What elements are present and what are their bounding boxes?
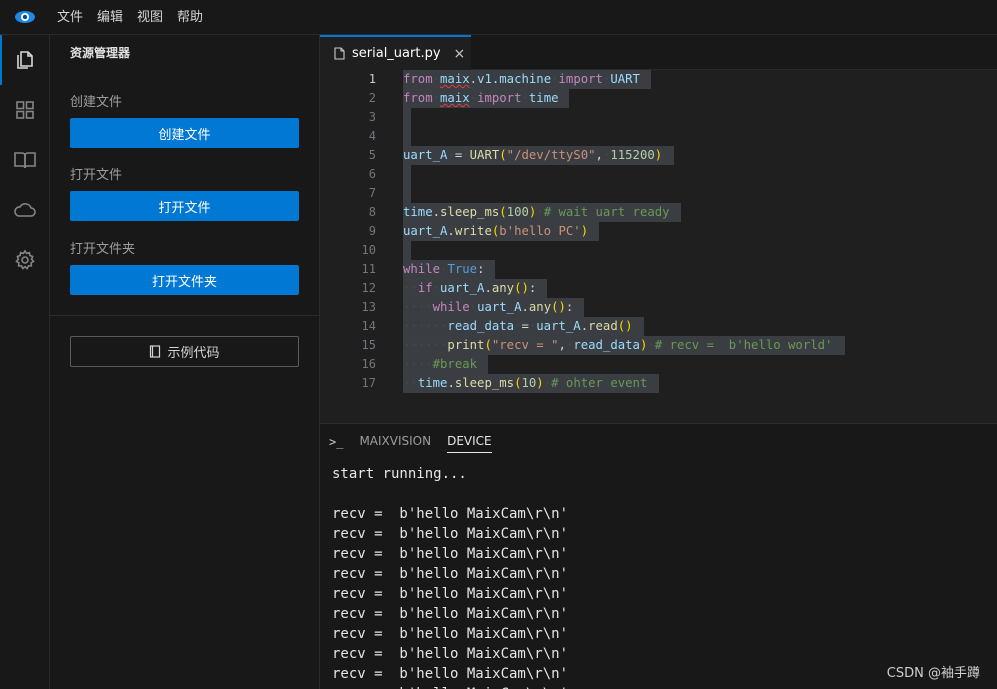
line-number: 17 xyxy=(361,376,376,390)
code-line[interactable]: uart_A·=·UART("/dev/ttyS0",·115200) xyxy=(403,146,662,165)
terminal-line: start running... xyxy=(332,466,467,482)
activity-explorer[interactable] xyxy=(0,35,50,85)
open-file-button[interactable]: 打开文件 xyxy=(70,191,299,221)
terminal-line: recv = b'hello MaixCam\r\n' xyxy=(332,626,569,642)
terminal-output[interactable]: start running... recv = b'hello MaixCam\r… xyxy=(332,464,992,689)
panel-tabs: >_ MAIXVISION DEVICE xyxy=(320,424,997,459)
activity-extensions[interactable] xyxy=(0,85,50,135)
sidebar-divider xyxy=(50,315,319,316)
menu-help[interactable]: 帮助 xyxy=(170,0,210,35)
line-number: 16 xyxy=(361,357,376,371)
line-number: 10 xyxy=(361,243,376,257)
close-icon[interactable]: × xyxy=(454,46,466,62)
code-line[interactable]: ··time.sleep_ms(10)·# ohter event xyxy=(403,374,647,393)
bottom-panel: >_ MAIXVISION DEVICE start running... rec… xyxy=(320,423,997,689)
menu-edit[interactable]: 编辑 xyxy=(90,0,130,35)
line-number: 1 xyxy=(368,72,376,86)
app-logo-icon xyxy=(0,0,50,35)
code-line[interactable]: uart_A.write(b'hello PC') xyxy=(403,222,588,241)
menu-view[interactable]: 视图 xyxy=(130,0,170,35)
selection-highlight xyxy=(403,184,411,203)
line-number: 14 xyxy=(361,319,376,333)
file-icon xyxy=(334,47,345,60)
code-line[interactable]: while·True: xyxy=(403,260,484,279)
line-number: 12 xyxy=(361,281,376,295)
code-line[interactable]: ····#break xyxy=(403,355,477,374)
book-icon xyxy=(14,152,36,169)
notebook-icon xyxy=(150,345,161,358)
gear-icon xyxy=(15,249,35,270)
terminal-icon: >_ xyxy=(329,434,344,449)
activity-cloud[interactable] xyxy=(0,185,50,235)
watermark: CSDN @袖手蹲 xyxy=(886,666,980,681)
files-icon xyxy=(17,51,33,69)
explorer-sidebar: 资源管理器 创建文件 创建文件 打开文件 打开文件 打开文件夹 打开文件夹 示例… xyxy=(50,35,320,689)
line-number: 15 xyxy=(361,338,376,352)
tab-label: serial_uart.py xyxy=(352,46,441,61)
selection-highlight xyxy=(403,108,411,127)
line-number: 6 xyxy=(368,167,376,181)
line-number: 4 xyxy=(368,129,376,143)
editor-tabs: serial_uart.py × xyxy=(320,35,997,70)
open-file-label: 打开文件 xyxy=(70,168,123,183)
extensions-icon xyxy=(16,101,34,119)
tab-maixvision-label: MAIXVISION xyxy=(359,434,432,448)
code-line[interactable]: time.sleep_ms(100)·# wait uart ready xyxy=(403,203,670,222)
line-number: 7 xyxy=(368,186,376,200)
tab-device-label: DEVICE xyxy=(447,434,492,453)
open-folder-label: 打开文件夹 xyxy=(70,242,136,257)
activity-settings[interactable] xyxy=(0,235,50,285)
terminal-line: recv = b'hello MaixCam\r\n' xyxy=(332,606,569,622)
code-line[interactable]: ··if·uart_A.any(): xyxy=(403,279,536,298)
line-number: 11 xyxy=(361,262,376,276)
line-number: 8 xyxy=(368,205,376,219)
examples-button[interactable]: 示例代码 xyxy=(70,336,299,367)
line-number: 13 xyxy=(361,300,376,314)
open-folder-button[interactable]: 打开文件夹 xyxy=(70,265,299,295)
code-line[interactable]: ······print("recv = ",·read_data)·# recv… xyxy=(403,336,832,355)
line-number: 9 xyxy=(368,224,376,238)
line-number: 5 xyxy=(368,148,376,162)
activity-bar xyxy=(0,35,50,689)
tab-maixvision[interactable]: MAIXVISION xyxy=(359,424,431,459)
terminal-line: recv = b'hello MaixCam\r\n' xyxy=(332,586,569,602)
terminal-line: recv = b'hello MaixCam\r\n' xyxy=(332,684,992,689)
terminal-line: recv = b'hello MaixCam\r\n' xyxy=(332,506,569,522)
code-line[interactable]: from·maix·import·time xyxy=(403,89,559,108)
selection-highlight xyxy=(403,241,411,260)
examples-button-label: 示例代码 xyxy=(167,346,220,361)
tab-serial-uart[interactable]: serial_uart.py × xyxy=(320,35,471,70)
code-line[interactable]: ······read_data·=·uart_A.read() xyxy=(403,317,633,336)
terminal-line: recv = b'hello MaixCam\r\n' xyxy=(332,546,569,562)
terminal-line: recv = b'hello MaixCam\r\n' xyxy=(332,526,569,542)
terminal-line: recv = b'hello MaixCam\r\n' xyxy=(332,646,569,662)
create-file-label: 创建文件 xyxy=(70,95,123,110)
selection-highlight xyxy=(403,127,411,146)
line-number: 3 xyxy=(368,110,376,124)
code-line[interactable]: from·maix.v1.machine·import·UART xyxy=(403,70,640,89)
menu-file[interactable]: 文件 xyxy=(50,0,90,35)
code-editor[interactable]: 1 2 3 4 5 6 7 8 9 10 11 12 13 14 15 16 17 from·maix.v1.m… xyxy=(320,70,997,423)
selection-highlight xyxy=(403,165,411,184)
cloud-icon xyxy=(14,203,36,217)
create-file-button[interactable]: 创建文件 xyxy=(70,118,299,148)
terminal-line: recv = b'hello MaixCam\r\n' xyxy=(332,566,569,582)
line-number: 2 xyxy=(368,91,376,105)
activity-docs[interactable] xyxy=(0,135,50,185)
menubar: 文件 编辑 视图 帮助 xyxy=(0,0,997,35)
sidebar-title: 资源管理器 xyxy=(70,46,131,60)
code-line[interactable]: ····while·uart_A.any(): xyxy=(403,298,573,317)
tab-device[interactable]: DEVICE xyxy=(447,424,492,459)
